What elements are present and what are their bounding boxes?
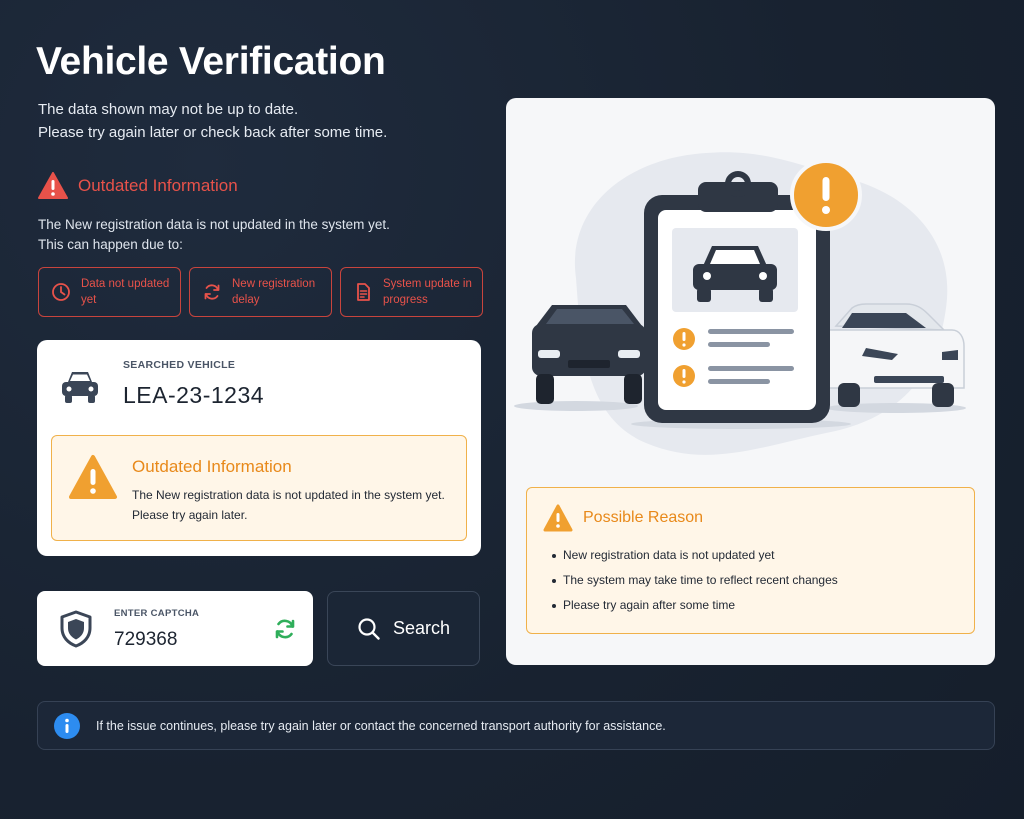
shield-icon (60, 610, 92, 648)
captcha-label: ENTER CAPTCHA (114, 608, 200, 619)
possible-reason-title: Possible Reason (583, 509, 704, 526)
captcha-field[interactable]: ENTER CAPTCHA 729368 (37, 591, 313, 666)
alert-line-2: Please try again later. (132, 508, 248, 522)
warning-triangle-icon (69, 455, 117, 499)
info-icon (54, 712, 80, 739)
captcha-refresh-icon[interactable] (273, 617, 297, 641)
illustration-card: Possible Reason New registration data is… (506, 98, 995, 665)
warning-desc-line-1: The New registration data is not updated… (38, 217, 390, 232)
info-bar: If the issue continues, please try again… (37, 701, 995, 750)
alert-line-1: The New registration data is not updated… (132, 488, 445, 502)
alert-badge-icon (790, 159, 862, 231)
outdated-warning-heading: Outdated Information (38, 172, 238, 199)
outdated-warning-title: Outdated Information (78, 175, 238, 195)
reason-chip-registration-delay: New registration delay (189, 267, 332, 317)
warning-desc-line-2: This can happen due to: (38, 237, 183, 252)
outdated-warning-description: The New registration data is not updated… (38, 215, 390, 255)
page-title: Vehicle Verification (36, 40, 386, 83)
search-button[interactable]: Search (327, 591, 480, 666)
vehicle-plate-number: LEA-23-1234 (123, 382, 265, 408)
list-item: Please try again after some time (552, 593, 838, 618)
page-subtitle: The data shown may not be up to date. Pl… (38, 98, 387, 144)
alert-title: Outdated Information (132, 457, 292, 476)
reason-chip-label: System update in progress (383, 278, 472, 306)
reason-chip-label: New registration delay (232, 278, 316, 306)
subtitle-line-1: The data shown may not be up to date. (38, 101, 299, 118)
warning-triangle-icon (38, 172, 68, 199)
reason-chip-system-update: System update in progress (340, 267, 483, 317)
vehicle-clipboard-illustration (514, 152, 966, 455)
list-item: The system may take time to reflect rece… (552, 568, 838, 593)
dark-car-illustration (532, 305, 646, 404)
subtitle-line-2: Please try again later or check back aft… (38, 124, 388, 141)
clock-icon (52, 283, 70, 301)
searched-vehicle-card: SEARCHED VEHICLE LEA-23-1234 Outdated In… (37, 340, 481, 556)
refresh-icon (204, 284, 220, 300)
possible-reason-list: New registration data is not updated yet… (552, 543, 838, 618)
searched-vehicle-label: SEARCHED VEHICLE (123, 359, 236, 371)
captcha-value[interactable]: 729368 (114, 629, 177, 651)
possible-reason-box: Possible Reason New registration data is… (526, 487, 975, 634)
reason-chip-data-not-updated: Data not updated yet (38, 267, 181, 317)
reason-chips: Data not updated yet New registration de… (38, 267, 483, 317)
car-icon (62, 372, 98, 403)
alert-text: The New registration data is not updated… (132, 485, 445, 525)
reason-chip-label: Data not updated yet (81, 278, 170, 306)
document-icon (357, 283, 370, 301)
outdated-alert-box: Outdated Information The New registratio… (51, 435, 467, 541)
list-item: New registration data is not updated yet (552, 543, 838, 568)
search-button-label: Search (392, 618, 451, 638)
search-icon (358, 617, 380, 640)
info-text: If the issue continues, please try again… (96, 718, 666, 733)
warning-triangle-icon (543, 504, 573, 532)
